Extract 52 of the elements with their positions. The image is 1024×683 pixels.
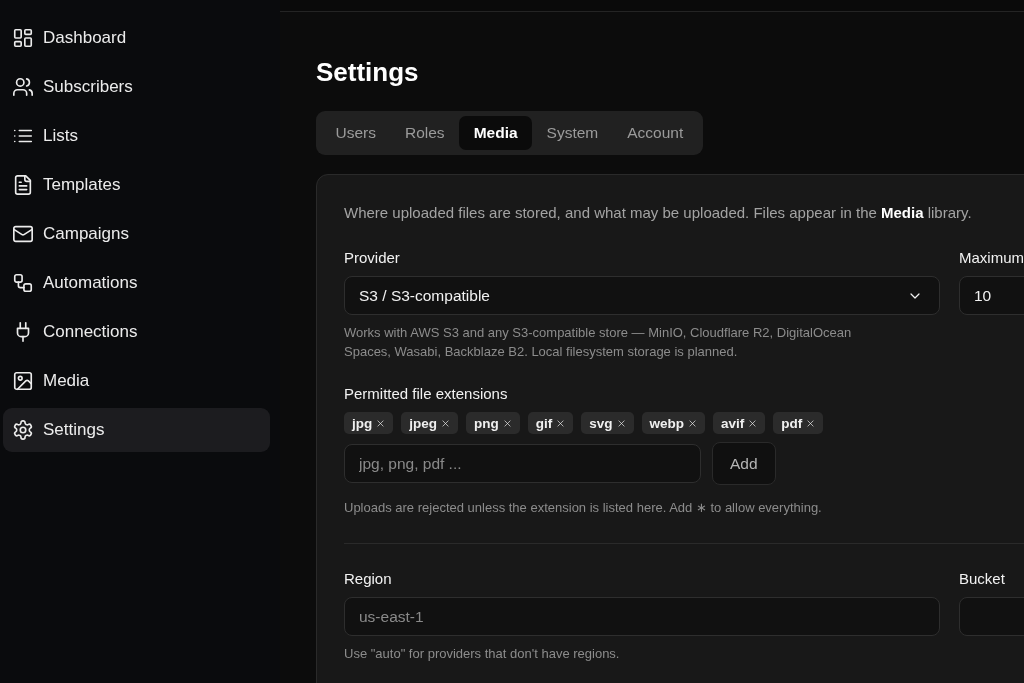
tab[interactable]: System xyxy=(532,116,613,150)
close-icon[interactable] xyxy=(502,418,512,428)
field-label: Permitted file extensions xyxy=(344,385,508,403)
field-label: Provider xyxy=(344,249,400,267)
grid-icon xyxy=(12,27,34,49)
tag-label: jpeg xyxy=(409,415,437,431)
sidebar-item[interactable]: Settings xyxy=(3,408,270,452)
close-icon[interactable] xyxy=(688,418,698,428)
tag-label: svg xyxy=(589,415,613,431)
sidebar-item[interactable]: Media xyxy=(3,359,270,403)
card-description: Where uploaded files are stored, and what may be uploaded. Files appear in the Media library. xyxy=(344,203,973,223)
region-input[interactable]: us-east-1 xyxy=(344,597,940,636)
document-icon xyxy=(12,174,34,196)
field-label: Bucket xyxy=(959,570,1005,588)
tab[interactable]: Roles xyxy=(390,116,460,150)
tag-label: gif xyxy=(535,415,553,431)
sidebar-item[interactable]: Templates xyxy=(3,163,270,207)
sidebar-item[interactable]: Campaigns xyxy=(3,212,270,256)
image-icon xyxy=(12,370,34,392)
close-icon[interactable] xyxy=(376,418,386,428)
close-icon[interactable] xyxy=(441,418,450,428)
add-button[interactable]: Add xyxy=(712,442,776,485)
sidebar-item[interactable]: Subscribers xyxy=(3,65,270,109)
tag-label: webp xyxy=(649,415,685,431)
close-icon[interactable] xyxy=(748,418,758,428)
tab[interactable]: Account xyxy=(612,116,698,150)
provider-select[interactable]: S3 / S3-compatible xyxy=(344,276,940,315)
field-hint: Works with AWS S3 and any S3-compatible store — MinIO, Cloudflare R2, DigitalOcean Spaces, Wasabi, Backblaze B2. Local filesystem storage is planned. xyxy=(344,324,853,361)
users-icon xyxy=(12,76,34,98)
field-hint: Use "auto" for providers that don't have regions. xyxy=(344,645,620,663)
tag-label: pdf xyxy=(781,415,803,431)
tab[interactable]: Users xyxy=(321,116,391,150)
sidebar-item[interactable]: Dashboard xyxy=(3,16,270,60)
extension-input[interactable]: jpg, png, pdf ... xyxy=(344,444,701,483)
page-title: Settings xyxy=(316,58,420,86)
field-label: Region xyxy=(344,570,392,588)
tag-label: avif xyxy=(721,415,745,431)
close-icon[interactable] xyxy=(806,418,816,428)
number-input[interactable]: 10 xyxy=(959,276,1024,315)
workflow-icon xyxy=(12,272,34,294)
sidebar-item[interactable]: Automations xyxy=(3,261,270,305)
field-label: Maximum xyxy=(959,249,1024,267)
close-icon[interactable] xyxy=(556,418,566,428)
sidebar-item[interactable]: Connections xyxy=(3,310,270,354)
field-hint: Uploads are rejected unless the extension is listed here. Add ∗ to allow everything. xyxy=(344,499,822,517)
tag-label: jpg xyxy=(352,415,373,431)
sidebar-item[interactable]: Lists xyxy=(3,114,270,158)
tab[interactable]: Media xyxy=(459,116,533,150)
envelope-icon xyxy=(12,223,34,245)
tag-label: png xyxy=(474,415,499,431)
close-icon[interactable] xyxy=(616,418,626,428)
settings-icon xyxy=(12,419,34,441)
